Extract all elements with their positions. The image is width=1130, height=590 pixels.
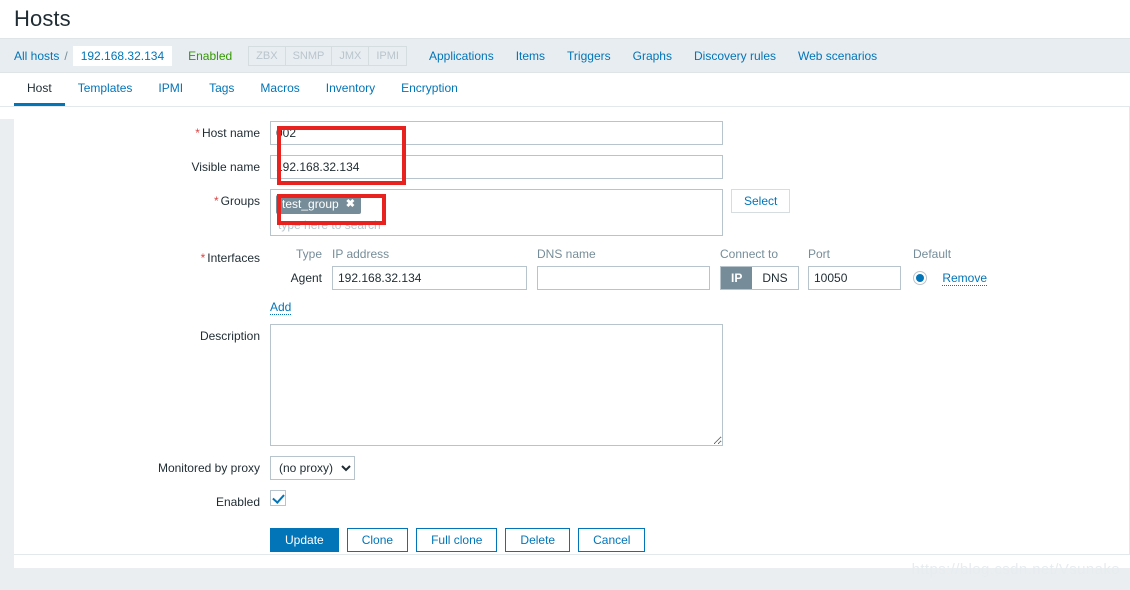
label-description: Description: [199, 329, 260, 343]
delete-button[interactable]: Delete: [505, 528, 571, 552]
host-nav-links: Applications Items Triggers Graphs Disco…: [429, 49, 877, 63]
required-marker-groups: *: [213, 194, 219, 208]
groups-select-button[interactable]: Select: [731, 189, 791, 213]
required-marker-host-name: *: [195, 126, 200, 140]
tab-host[interactable]: Host: [14, 81, 65, 106]
interface-default-radio[interactable]: [913, 271, 927, 286]
interface-dns-input[interactable]: [537, 266, 710, 290]
nav-link-triggers[interactable]: Triggers: [567, 49, 611, 63]
breadcrumb-all-hosts[interactable]: All hosts: [14, 49, 59, 63]
field-row-interfaces: * Interfaces Type IP address DNS name Con…: [0, 246, 1129, 315]
protocol-badge-jmx: JMX: [332, 46, 370, 65]
host-form-panel: *Host name Visible name *Groups test_gro…: [0, 107, 1130, 555]
tab-templates[interactable]: Templates: [65, 81, 146, 106]
tab-tags[interactable]: Tags: [196, 81, 247, 106]
form-action-buttons: Update Clone Full clone Delete Cancel: [270, 528, 646, 552]
required-marker-interfaces: *: [200, 251, 206, 265]
protocol-badge-snmp: SNMP: [285, 46, 333, 65]
host-name-input[interactable]: [270, 121, 723, 145]
field-row-description: Description: [0, 324, 1129, 446]
interface-port-input[interactable]: [808, 266, 901, 290]
connect-to-option-dns[interactable]: DNS: [752, 267, 798, 289]
group-chip-remove-icon[interactable]: ✖: [346, 197, 355, 212]
tab-ipmi[interactable]: IPMI: [145, 81, 196, 106]
breadcrumb-current-host[interactable]: 192.168.32.134: [72, 45, 173, 66]
watermark-text: https://blog.csdn.net/Vsunako: [911, 561, 1120, 578]
group-chip-label: test_group: [282, 197, 339, 211]
connect-to-option-ip[interactable]: IP: [721, 267, 753, 289]
column-header-type: Type: [295, 247, 322, 261]
groups-search-input[interactable]: [276, 218, 699, 232]
interfaces-table: Type IP address DNS name Connect to Port…: [270, 246, 1033, 315]
nav-link-web-scenarios[interactable]: Web scenarios: [798, 49, 877, 63]
tab-encryption[interactable]: Encryption: [388, 81, 471, 106]
protocol-badge-ipmi: IPMI: [369, 46, 406, 65]
nav-link-applications[interactable]: Applications: [429, 49, 494, 63]
cancel-button[interactable]: Cancel: [578, 528, 646, 552]
visible-name-input[interactable]: [270, 155, 723, 179]
label-groups: * Groups: [213, 194, 260, 208]
interface-ip-input[interactable]: [332, 266, 527, 290]
breadcrumb-separator: /: [64, 48, 68, 63]
field-row-enabled: Enabled: [0, 490, 1129, 514]
page-background-left: [0, 119, 14, 568]
group-chip-test-group[interactable]: test_group ✖: [276, 195, 361, 214]
update-button[interactable]: Update: [270, 528, 339, 552]
interface-add-link[interactable]: Add: [270, 300, 292, 315]
label-host-name: * Host name: [195, 126, 260, 140]
enabled-checkbox[interactable]: [270, 490, 286, 506]
groups-multiselect[interactable]: test_group ✖: [270, 189, 723, 236]
label-monitored-by-proxy: Monitored by proxy: [157, 461, 260, 475]
monitored-by-proxy-select[interactable]: (no proxy): [270, 456, 355, 480]
description-textarea[interactable]: [270, 324, 723, 446]
connect-to-toggle[interactable]: IP DNS: [720, 266, 799, 290]
protocol-badge-group: ZBX SNMP JMX IPMI: [248, 45, 407, 66]
field-row-host-name: * Host name: [0, 121, 1129, 145]
column-header-ip-address: IP address: [332, 247, 390, 261]
nav-link-discovery-rules[interactable]: Discovery rules: [694, 49, 776, 63]
column-header-connect-to: Connect to: [720, 247, 779, 261]
field-row-groups: *Groups test_group ✖ Select: [0, 189, 1129, 236]
interface-type-label: Agent: [290, 271, 322, 285]
full-clone-button[interactable]: Full clone: [416, 528, 498, 552]
label-visible-name: Visible name: [191, 160, 260, 174]
page-title: Hosts: [14, 6, 71, 31]
column-header-default: Default: [913, 247, 952, 261]
form-actions-row: Update Clone Full clone Delete Cancel: [0, 528, 1129, 552]
field-row-visible-name: Visible name: [0, 155, 1129, 179]
label-interfaces: * Interfaces: [200, 251, 260, 265]
label-enabled: Enabled: [215, 495, 260, 509]
field-row-monitored-by-proxy: Monitored by proxy (no proxy): [0, 456, 1129, 480]
column-header-port: Port: [808, 247, 831, 261]
protocol-badge-zbx: ZBX: [249, 46, 286, 65]
host-nav-bar: All hosts / 192.168.32.134 Enabled ZBX S…: [0, 38, 1130, 73]
tab-bar: Host Templates IPMI Tags Macros Inventor…: [0, 73, 1130, 107]
interface-remove-link[interactable]: Remove: [942, 270, 988, 286]
column-header-dns-name: DNS name: [537, 247, 596, 261]
interfaces-header-row: Type IP address DNS name Connect to Port…: [270, 246, 1033, 262]
interface-row: Agent IP DNS Remove: [270, 266, 1033, 290]
nav-link-graphs[interactable]: Graphs: [633, 49, 672, 63]
clone-button[interactable]: Clone: [346, 528, 409, 552]
tab-inventory[interactable]: Inventory: [313, 81, 388, 106]
nav-link-items[interactable]: Items: [516, 49, 545, 63]
page-header: Hosts: [0, 0, 1130, 38]
host-status-link[interactable]: Enabled: [188, 49, 232, 63]
tab-macros[interactable]: Macros: [247, 81, 312, 106]
